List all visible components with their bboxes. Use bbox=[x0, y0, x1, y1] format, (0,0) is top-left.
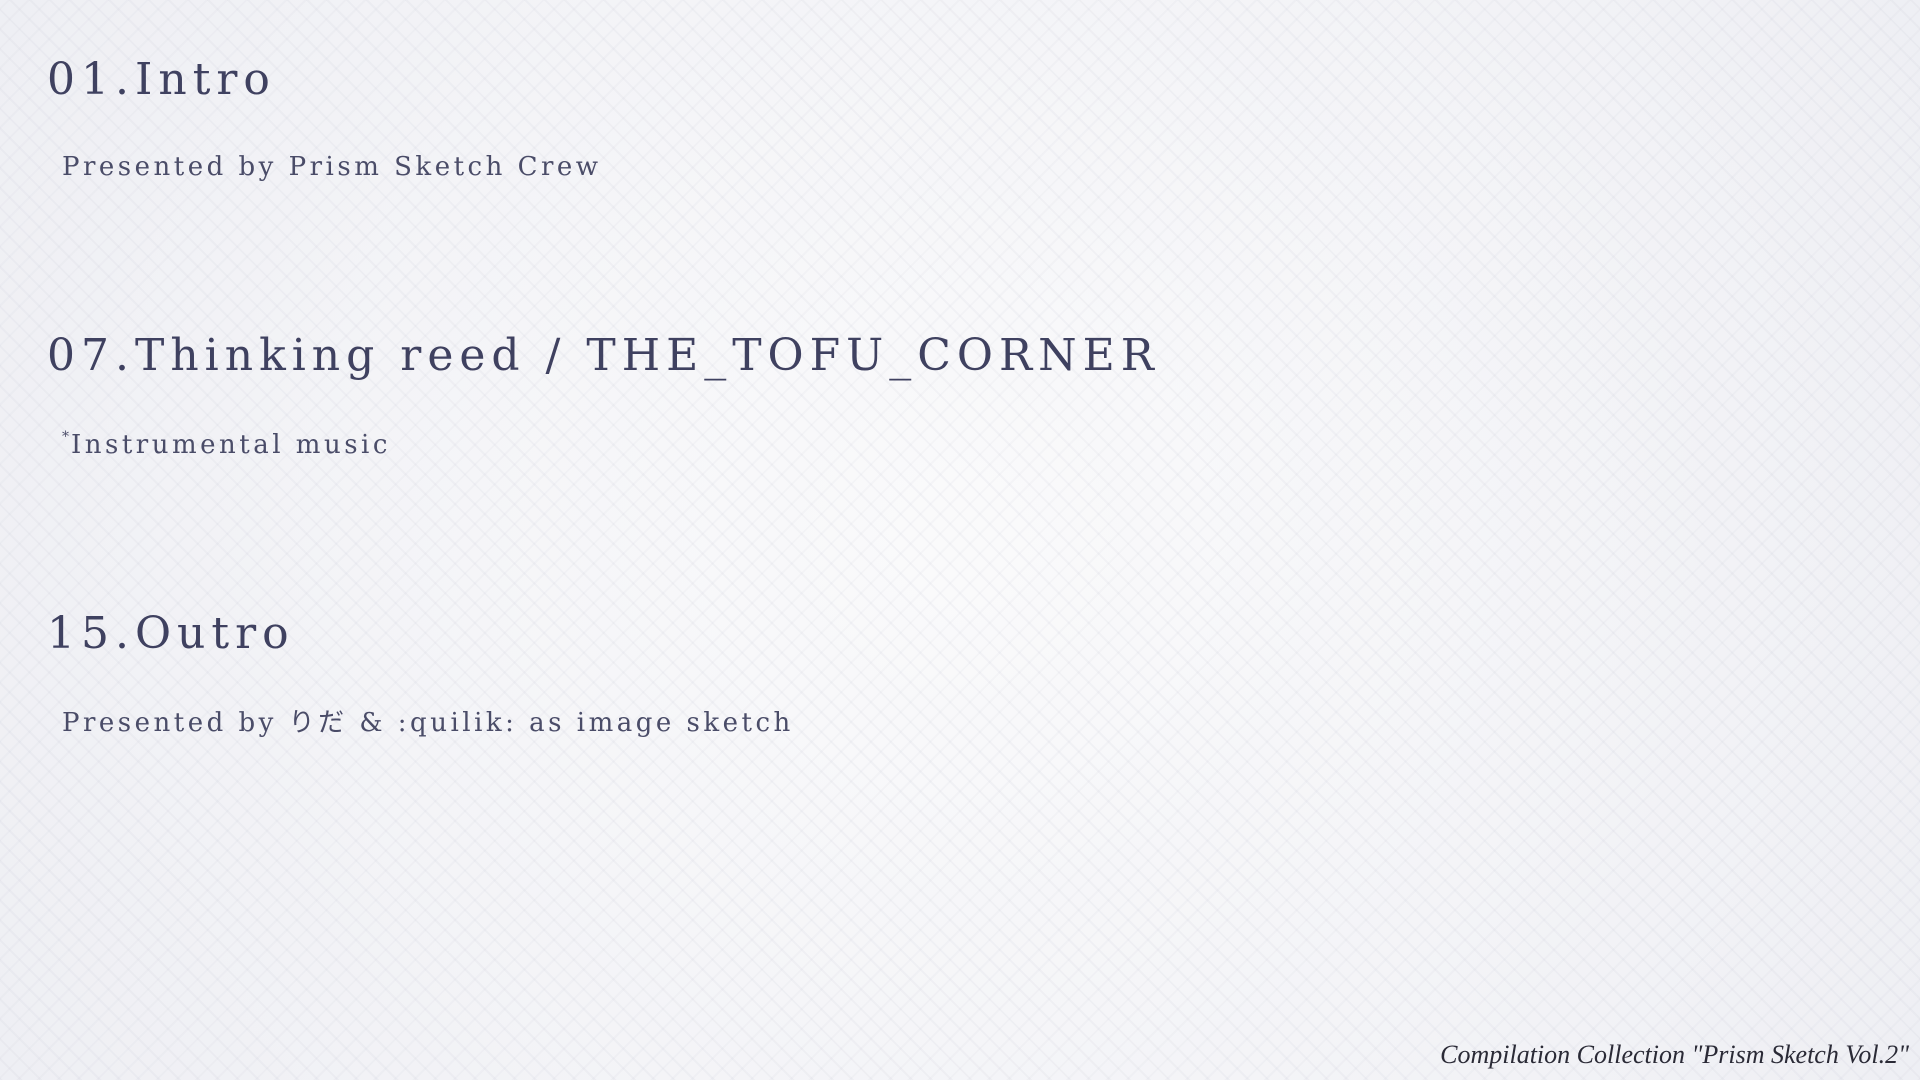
track-title: 07.Thinking reed / THE_TOFU_CORNER bbox=[47, 330, 1160, 381]
track-credit: Presented by りだ & :quilik: as image sket… bbox=[62, 708, 794, 738]
asterisk-mark: * bbox=[62, 429, 71, 445]
track-credit: Presented by Prism Sketch Crew bbox=[62, 152, 602, 182]
compilation-caption: Compilation Collection "Prism Sketch Vol… bbox=[1440, 1040, 1909, 1069]
track-credit: *Instrumental music bbox=[62, 429, 391, 460]
track-title: 15.Outro bbox=[47, 608, 295, 659]
track-title: 01.Intro bbox=[47, 54, 276, 105]
track-credit-text: Instrumental music bbox=[71, 430, 391, 460]
